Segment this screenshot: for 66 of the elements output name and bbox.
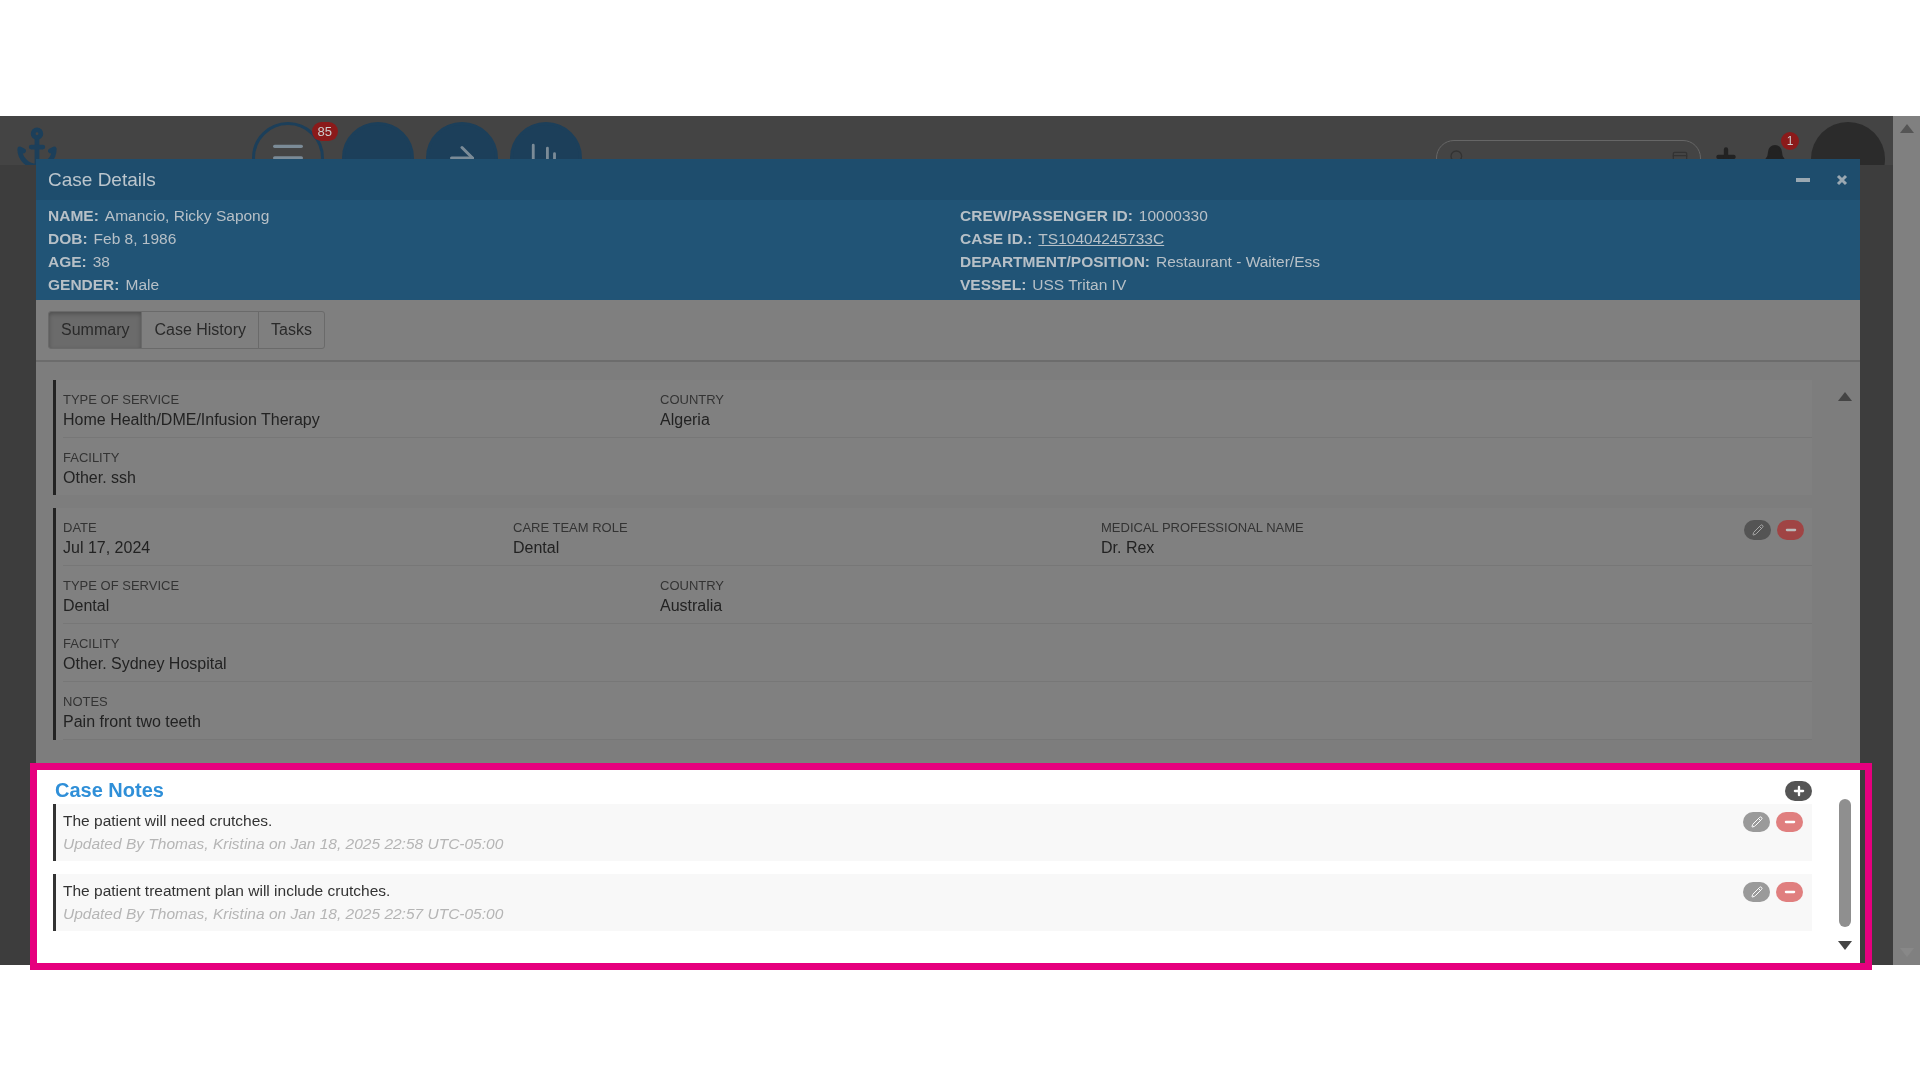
field-label: FACILITY [63,450,120,465]
edit-button[interactable] [1743,882,1770,902]
field-value: Dental [63,597,110,615]
info-label: VESSEL: [960,275,1027,295]
field-value: Other. Sydney Hospital [63,655,227,673]
info-label: DOB: [48,229,88,249]
dialog-title: Case Details [48,168,157,191]
anchor-logo-icon [14,126,60,165]
field-label: COUNTRY [660,578,725,593]
info-value: Male [125,275,160,295]
add-note-button[interactable] [1785,780,1812,801]
pencil-icon [1750,886,1763,898]
field-label: TYPE OF SERVICE [63,392,180,407]
case-id-link[interactable]: TS10404245733C [1038,227,1165,250]
info-value: Amancio, Ricky Sapong [104,206,270,226]
field-label: NOTES [63,694,108,709]
note-meta: Updated By Thomas, Kristina on Jan 18, 2025 22:58 UTC-05:00 [63,835,504,853]
note-text: The patient treatment plan will include crutches. [63,882,392,900]
field-value: Australia [660,597,723,615]
scroll-down-arrow[interactable] [1838,941,1852,950]
scroll-up-arrow[interactable] [1838,392,1852,401]
section-title: Case Notes [54,779,164,802]
close-button[interactable] [1836,173,1848,186]
minimize-button[interactable] [1796,177,1810,182]
note-meta: Updated By Thomas, Kristina on Jan 18, 2025 22:57 UTC-05:00 [63,905,504,923]
field-value: Home Health/DME/Infusion Therapy [63,411,320,429]
edit-button[interactable] [1744,520,1771,540]
field-label: DATE [63,520,97,535]
delete-button[interactable] [1776,882,1803,902]
info-value: 38 [92,252,110,272]
tab[interactable]: Case History [141,311,260,349]
field-value: Dr. Rex [1101,539,1155,557]
info-label: GENDER: [48,275,120,295]
notification-badge: 1 [1781,132,1799,150]
field-value: Pain front two teeth [63,713,201,731]
delete-button[interactable] [1776,812,1803,832]
field-label: CARE TEAM ROLE [513,520,628,535]
field-value: Other. ssh [63,469,136,487]
tab[interactable]: Summary [48,311,143,349]
tab[interactable]: Tasks [258,311,325,349]
info-label: CASE ID.: [960,229,1033,249]
pencil-icon [1751,524,1764,536]
info-label: CREW/PASSENGER ID: [960,206,1133,226]
page-scrollbar[interactable] [1893,116,1920,965]
scrollbar-thumb[interactable] [1839,799,1851,927]
field-value: Dental [513,539,560,557]
info-label: DEPARTMENT/POSITION: [960,252,1151,272]
minus-icon [1796,177,1810,182]
field-label: COUNTRY [660,392,725,407]
field-label: TYPE OF SERVICE [63,578,180,593]
info-label: AGE: [48,252,87,272]
field-value: Algeria [660,411,710,429]
note-text: The patient will need crutches. [63,812,274,830]
count-badge: 85 [311,122,338,141]
delete-button[interactable] [1777,520,1804,540]
info-label: NAME: [48,206,99,226]
field-label: MEDICAL PROFESSIONAL NAME [1101,520,1304,535]
info-value: Restaurant - Waiter/Ess [1156,252,1320,272]
field-value: Jul 17, 2024 [63,539,151,557]
info-value: Feb 8, 1986 [93,229,177,249]
info-value: 10000330 [1138,206,1208,226]
pencil-icon [1750,816,1763,828]
field-label: FACILITY [63,636,120,651]
plus-icon [1791,783,1806,798]
edit-button[interactable] [1743,812,1770,832]
info-value: USS Tritan IV [1032,275,1127,295]
